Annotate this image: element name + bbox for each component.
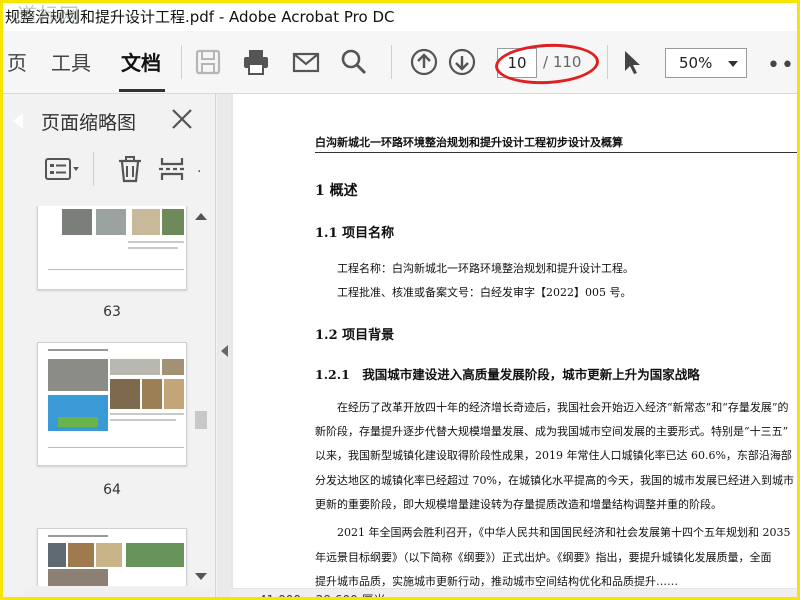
paragraph-line: 工程名称：白沟新城北一环路环境整治规划和提升设计工程。 (337, 262, 634, 275)
delete-icon[interactable] (115, 154, 145, 184)
paragraph-line: 以来，我国新型城镇化建设取得阶段性成果，2019 年常住人口城镇化率已达 60.… (315, 449, 792, 462)
thumbnail-image (48, 359, 108, 391)
app-window: 规整治规划和提升设计工程.pdf - Adobe Acrobat Pro DC … (0, 0, 800, 600)
thumbnail-list: 63 64 (31, 206, 191, 586)
cursor-icon[interactable] (617, 47, 647, 77)
close-icon[interactable] (169, 106, 195, 132)
thumbnail-text-line (110, 413, 184, 415)
thumbnail-image (48, 569, 108, 586)
left-rail (3, 94, 25, 597)
thumbnail-text-line (48, 349, 108, 351)
thumbnail-image (62, 209, 92, 235)
thumbnail-image (132, 209, 160, 235)
more-icon[interactable]: ••• (767, 53, 797, 78)
panel-pointer-icon (13, 113, 23, 129)
active-tab-indicator (119, 89, 165, 92)
chevron-down-icon (728, 61, 738, 67)
toolbar-divider (93, 152, 94, 186)
paragraph-line: 新阶段，存量提升逐步代替大规模增量发展、成为我国城市空间发展的主要形式。特别是“… (315, 425, 789, 438)
tab-tools[interactable]: 工具 (51, 51, 91, 75)
collapse-arrow-icon[interactable] (221, 345, 228, 357)
search-icon[interactable] (339, 47, 369, 77)
thumbnail-text-line (128, 241, 184, 243)
paragraph-line: 分发达地区的城镇化率已经超过 70%，在城镇化水平提高的今天，我国的城市发展已经… (315, 474, 794, 487)
page-down-icon[interactable] (447, 47, 477, 77)
paragraph-line: 在经历了改革开放四十年的经济增长奇迹后，我国社会开始迈入经济“新常态”和“存量发… (337, 401, 789, 414)
thumbnail-image (68, 543, 94, 567)
page-up-icon[interactable] (409, 47, 439, 77)
thumbnail-page-64[interactable] (37, 342, 187, 466)
paragraph-line: 年远景目标纲要》（以下简称《纲要》）正式出炉。《纲要》指出，要提升城镇化发展质量… (315, 551, 772, 564)
scroll-down-icon[interactable] (195, 573, 207, 580)
document-view[interactable]: 白沟新城北一环路环境整治规划和提升设计工程初步设计及概算 1 概述 1.1 项目… (231, 94, 797, 597)
thumbnail-image (126, 543, 184, 567)
scrollbar-thumb[interactable] (195, 411, 207, 429)
thumbnail-image (110, 359, 160, 375)
heading-1-2: 1.2 项目背景 (315, 328, 395, 343)
more-icon[interactable]: . (197, 160, 201, 176)
thumbnail-image (162, 359, 184, 375)
paragraph-line: 提升城市品质，实施城市更新行动，推动城市空间结构优化和品质提升…… (315, 575, 678, 588)
thumbnail-label: 63 (103, 304, 121, 320)
header-rule (315, 152, 797, 153)
heading-1-1: 1.1 项目名称 (315, 226, 395, 241)
paragraph-line: 工程批准、核准或备案文号：白经发审字【2022】005 号。 (337, 286, 632, 299)
thumbnail-text-line (48, 535, 108, 537)
pdf-page: 白沟新城北一环路环境整治规划和提升设计工程初步设计及概算 1 概述 1.1 项目… (233, 94, 797, 588)
thumbnail-label: 64 (103, 482, 121, 498)
toolbar-divider (391, 45, 392, 79)
zoom-select[interactable]: 50% (665, 48, 747, 78)
thumbnail-text-line (110, 419, 176, 421)
thumbnail-panel: 页面缩略图 . 63 64 (23, 94, 216, 597)
sidebar-horizontal-scrollbar[interactable] (23, 587, 213, 597)
thumbnail-text-line (48, 269, 184, 270)
thumbnail-image (142, 379, 162, 409)
options-menu-icon[interactable] (45, 156, 81, 182)
paragraph-line: 2021 年全国两会胜利召开，《中华人民共和国国民经济和社会发展第十四个五年规划… (337, 526, 791, 539)
thumbnail-image (48, 543, 66, 567)
title-bar: 规整治规划和提升设计工程.pdf - Adobe Acrobat Pro DC … (3, 3, 797, 31)
thumbnail-image (162, 209, 184, 235)
toolbar-divider (607, 45, 608, 79)
page-header: 白沟新城北一环路环境整治规划和提升设计工程初步设计及概算 (315, 136, 623, 149)
paragraph-line: 更新的重要阶段，即大规模增量建设转为存量提质改造和增量结构调整并重的阶段。 (315, 498, 722, 511)
thumbnail-page-65[interactable] (37, 528, 187, 586)
thumbnail-page-63[interactable] (37, 206, 187, 290)
thumbnail-image (58, 417, 98, 427)
mail-icon[interactable] (291, 47, 321, 77)
watermark-text: 道标网 (17, 3, 80, 27)
thumbnail-image (96, 543, 122, 567)
toolbar-divider (181, 45, 182, 79)
tab-document[interactable]: 文档 (121, 51, 161, 75)
heading-1: 1 概述 (315, 183, 358, 199)
thumbnail-toolbar: . (41, 152, 211, 186)
main-toolbar: 页 工具 文档 10 / 110 50% •• (3, 31, 797, 94)
thumbnail-text-line (128, 247, 178, 249)
scroll-up-icon[interactable] (195, 213, 207, 220)
heading-1-2-1: 1.2.1 我国城市建设进入高质量发展阶段，城市更新上升为国家战略 (315, 367, 700, 382)
panel-title: 页面缩略图 (41, 112, 137, 134)
thumbnail-image (110, 379, 140, 409)
print-icon[interactable] (241, 47, 271, 77)
thumbnail-image (96, 209, 126, 235)
zoom-value: 50% (679, 54, 713, 72)
extract-pages-icon[interactable] (157, 154, 187, 184)
thumbnail-scrollbar[interactable] (191, 206, 211, 586)
thumbnail-image (164, 379, 184, 409)
tab-home[interactable]: 页 (7, 51, 27, 75)
thumbnail-text-line (48, 447, 184, 448)
page-size-readout: 41.000 x 29.600 厘米 (259, 593, 386, 600)
save-icon[interactable] (193, 47, 223, 77)
